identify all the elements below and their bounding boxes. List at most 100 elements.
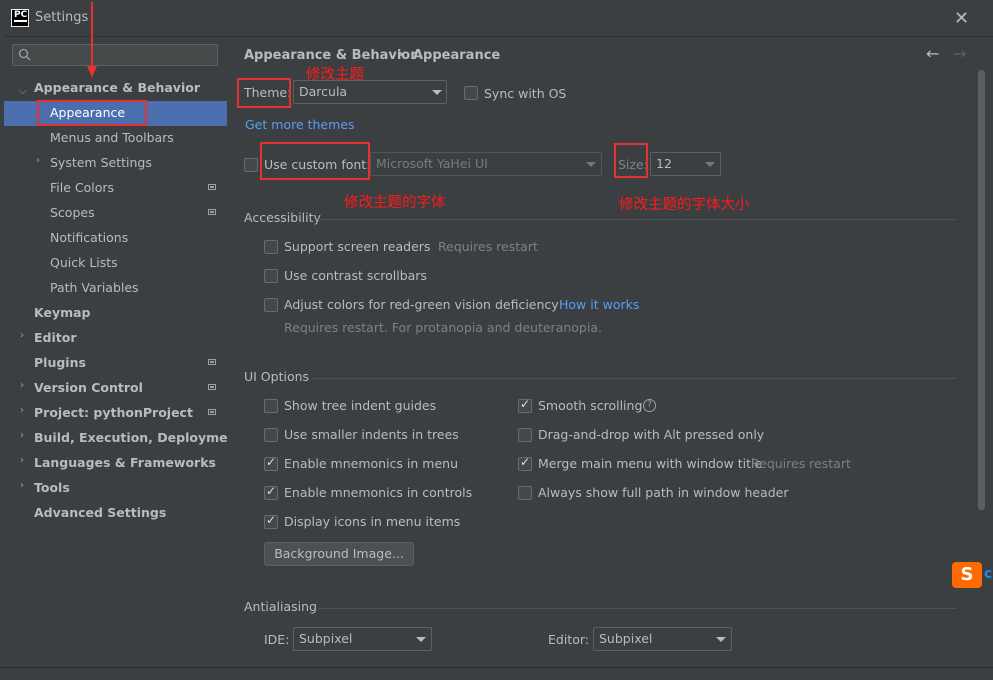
drag-drop-alt-label: Drag-and-drop with Alt pressed only	[538, 427, 765, 442]
screen-readers-checkbox[interactable]	[264, 240, 278, 254]
chevron-down-icon[interactable]: ⌵	[19, 86, 27, 97]
breadcrumb-current: Appearance	[413, 48, 501, 63]
content-scrollbar[interactable]	[978, 70, 985, 510]
smaller-indents-label: Use smaller indents in trees	[284, 427, 459, 442]
annotation-box-font	[260, 142, 370, 180]
contrast-scrollbars-checkbox[interactable]	[264, 269, 278, 283]
mnemonics-menu-label: Enable mnemonics in menu	[284, 456, 458, 471]
annotation-font: 修改主题的字体	[344, 195, 446, 211]
section-divider	[313, 378, 956, 379]
back-arrow-icon[interactable]: ←	[926, 44, 939, 63]
annotation-size: 修改主题的字体大小	[619, 197, 750, 213]
smaller-indents-checkbox[interactable]	[264, 428, 278, 442]
sidebar-item-menus-toolbars[interactable]: Menus and Toolbars	[50, 125, 174, 150]
theme-select[interactable]: Darcula	[293, 80, 447, 104]
window-title: Settings	[35, 10, 89, 25]
chevron-down-icon	[716, 637, 726, 642]
chevron-down-icon	[586, 162, 596, 167]
full-path-checkbox[interactable]	[518, 486, 532, 500]
chevron-right-icon[interactable]: ›	[36, 155, 40, 166]
chevron-down-icon	[432, 90, 442, 95]
chevron-right-icon[interactable]: ›	[20, 405, 24, 416]
get-more-themes-link[interactable]: Get more themes	[245, 117, 355, 132]
title-bar: PC Settings ✕	[0, 0, 993, 37]
red-green-hint: Requires restart. For protanopia and deu…	[284, 320, 602, 335]
ide-aa-value: Subpixel	[299, 631, 353, 646]
chevron-right-icon[interactable]: ›	[20, 330, 24, 341]
smooth-scrolling-label: Smooth scrolling	[538, 398, 643, 413]
chevron-right-icon[interactable]: ›	[20, 480, 24, 491]
font-value: Microsoft YaHei UI	[376, 156, 488, 171]
background-image-button[interactable]: Background Image...	[264, 542, 414, 566]
ide-aa-select[interactable]: Subpixel	[293, 627, 432, 651]
editor-aa-value: Subpixel	[599, 631, 653, 646]
sidebar-item-keymap[interactable]: Keymap	[34, 300, 91, 325]
sidebar-item-notifications[interactable]: Notifications	[50, 225, 128, 250]
ui-options-heading: UI Options	[244, 369, 310, 384]
sidebar-item-tools[interactable]: Tools	[34, 475, 70, 500]
sidebar-item-file-colors[interactable]: File Colors	[50, 175, 114, 200]
breadcrumb-separator: ›	[398, 47, 404, 62]
project-level-icon	[208, 384, 216, 390]
search-input[interactable]	[12, 44, 218, 66]
merge-menu-checkbox[interactable]	[518, 455, 532, 471]
chevron-right-icon[interactable]: ›	[20, 380, 24, 391]
project-level-icon	[208, 184, 216, 190]
red-green-checkbox[interactable]	[264, 298, 278, 312]
font-select[interactable]: Microsoft YaHei UI	[370, 152, 602, 176]
section-divider	[318, 219, 956, 220]
sidebar-item-languages[interactable]: Languages & Frameworks	[34, 450, 216, 475]
annotation-arrow-icon	[87, 2, 97, 78]
project-level-icon	[208, 409, 216, 415]
how-it-works-link[interactable]: How it works	[559, 297, 639, 312]
annotation-box-appearance	[37, 100, 147, 126]
project-level-icon	[208, 209, 216, 215]
custom-font-checkbox[interactable]	[244, 158, 258, 172]
chevron-down-icon	[705, 162, 715, 167]
menu-icons-checkbox[interactable]	[264, 513, 278, 529]
screen-readers-hint: Requires restart	[438, 239, 538, 254]
sidebar-item-path-variables[interactable]: Path Variables	[50, 275, 139, 300]
tree-indent-checkbox[interactable]	[264, 399, 278, 413]
sync-os-checkbox[interactable]	[464, 86, 478, 100]
sidebar-item-editor[interactable]: Editor	[34, 325, 77, 350]
sidebar-item-build[interactable]: Build, Execution, Deployment	[34, 425, 242, 450]
editor-aa-label: Editor:	[548, 632, 589, 647]
editor-aa-select[interactable]: Subpixel	[593, 627, 732, 651]
breadcrumb-parent[interactable]: Appearance & Behavior	[244, 48, 417, 63]
sidebar-item-scopes[interactable]: Scopes	[50, 200, 95, 225]
mnemonics-menu-checkbox[interactable]	[264, 455, 278, 471]
sidebar-item-appearance-behavior[interactable]: Appearance & Behavior	[34, 75, 200, 100]
red-green-label: Adjust colors for red-green vision defic…	[284, 297, 559, 312]
chevron-down-icon	[416, 637, 426, 642]
chevron-right-icon[interactable]: ›	[20, 430, 24, 441]
drag-drop-alt-checkbox[interactable]	[518, 428, 532, 442]
sidebar-item-system-settings[interactable]: System Settings	[50, 150, 152, 175]
ime-logo-icon: S	[952, 562, 982, 588]
merge-menu-label: Merge main menu with window title	[538, 456, 763, 471]
sidebar-item-project[interactable]: Project: pythonProject	[34, 400, 193, 425]
sidebar-item-advanced-settings[interactable]: Advanced Settings	[34, 500, 166, 525]
full-path-label: Always show full path in window header	[538, 485, 789, 500]
contrast-scrollbars-label: Use contrast scrollbars	[284, 268, 427, 283]
dialog-footer	[0, 667, 993, 680]
project-level-icon	[208, 359, 216, 365]
forward-arrow-icon[interactable]: →	[953, 44, 966, 63]
mnemonics-controls-checkbox[interactable]	[264, 484, 278, 500]
screen-readers-label: Support screen readers	[284, 239, 431, 254]
pycharm-logo-icon: PC	[11, 9, 29, 27]
close-icon[interactable]: ✕	[954, 8, 969, 29]
sidebar-item-plugins[interactable]: Plugins	[34, 350, 86, 375]
annotation-box-size	[614, 143, 648, 178]
sidebar-item-version-control[interactable]: Version Control	[34, 375, 143, 400]
help-icon[interactable]: ?	[643, 399, 656, 412]
sidebar-item-quick-lists[interactable]: Quick Lists	[50, 250, 118, 275]
chevron-right-icon[interactable]: ›	[20, 455, 24, 466]
antialiasing-heading: Antialiasing	[244, 599, 317, 614]
merge-menu-hint: Requires restart	[751, 456, 851, 471]
smooth-scrolling-checkbox[interactable]	[518, 397, 532, 413]
ide-aa-label: IDE:	[264, 632, 290, 647]
theme-value: Darcula	[299, 84, 348, 99]
annotation-box-theme	[237, 78, 291, 108]
menu-icons-label: Display icons in menu items	[284, 514, 461, 529]
